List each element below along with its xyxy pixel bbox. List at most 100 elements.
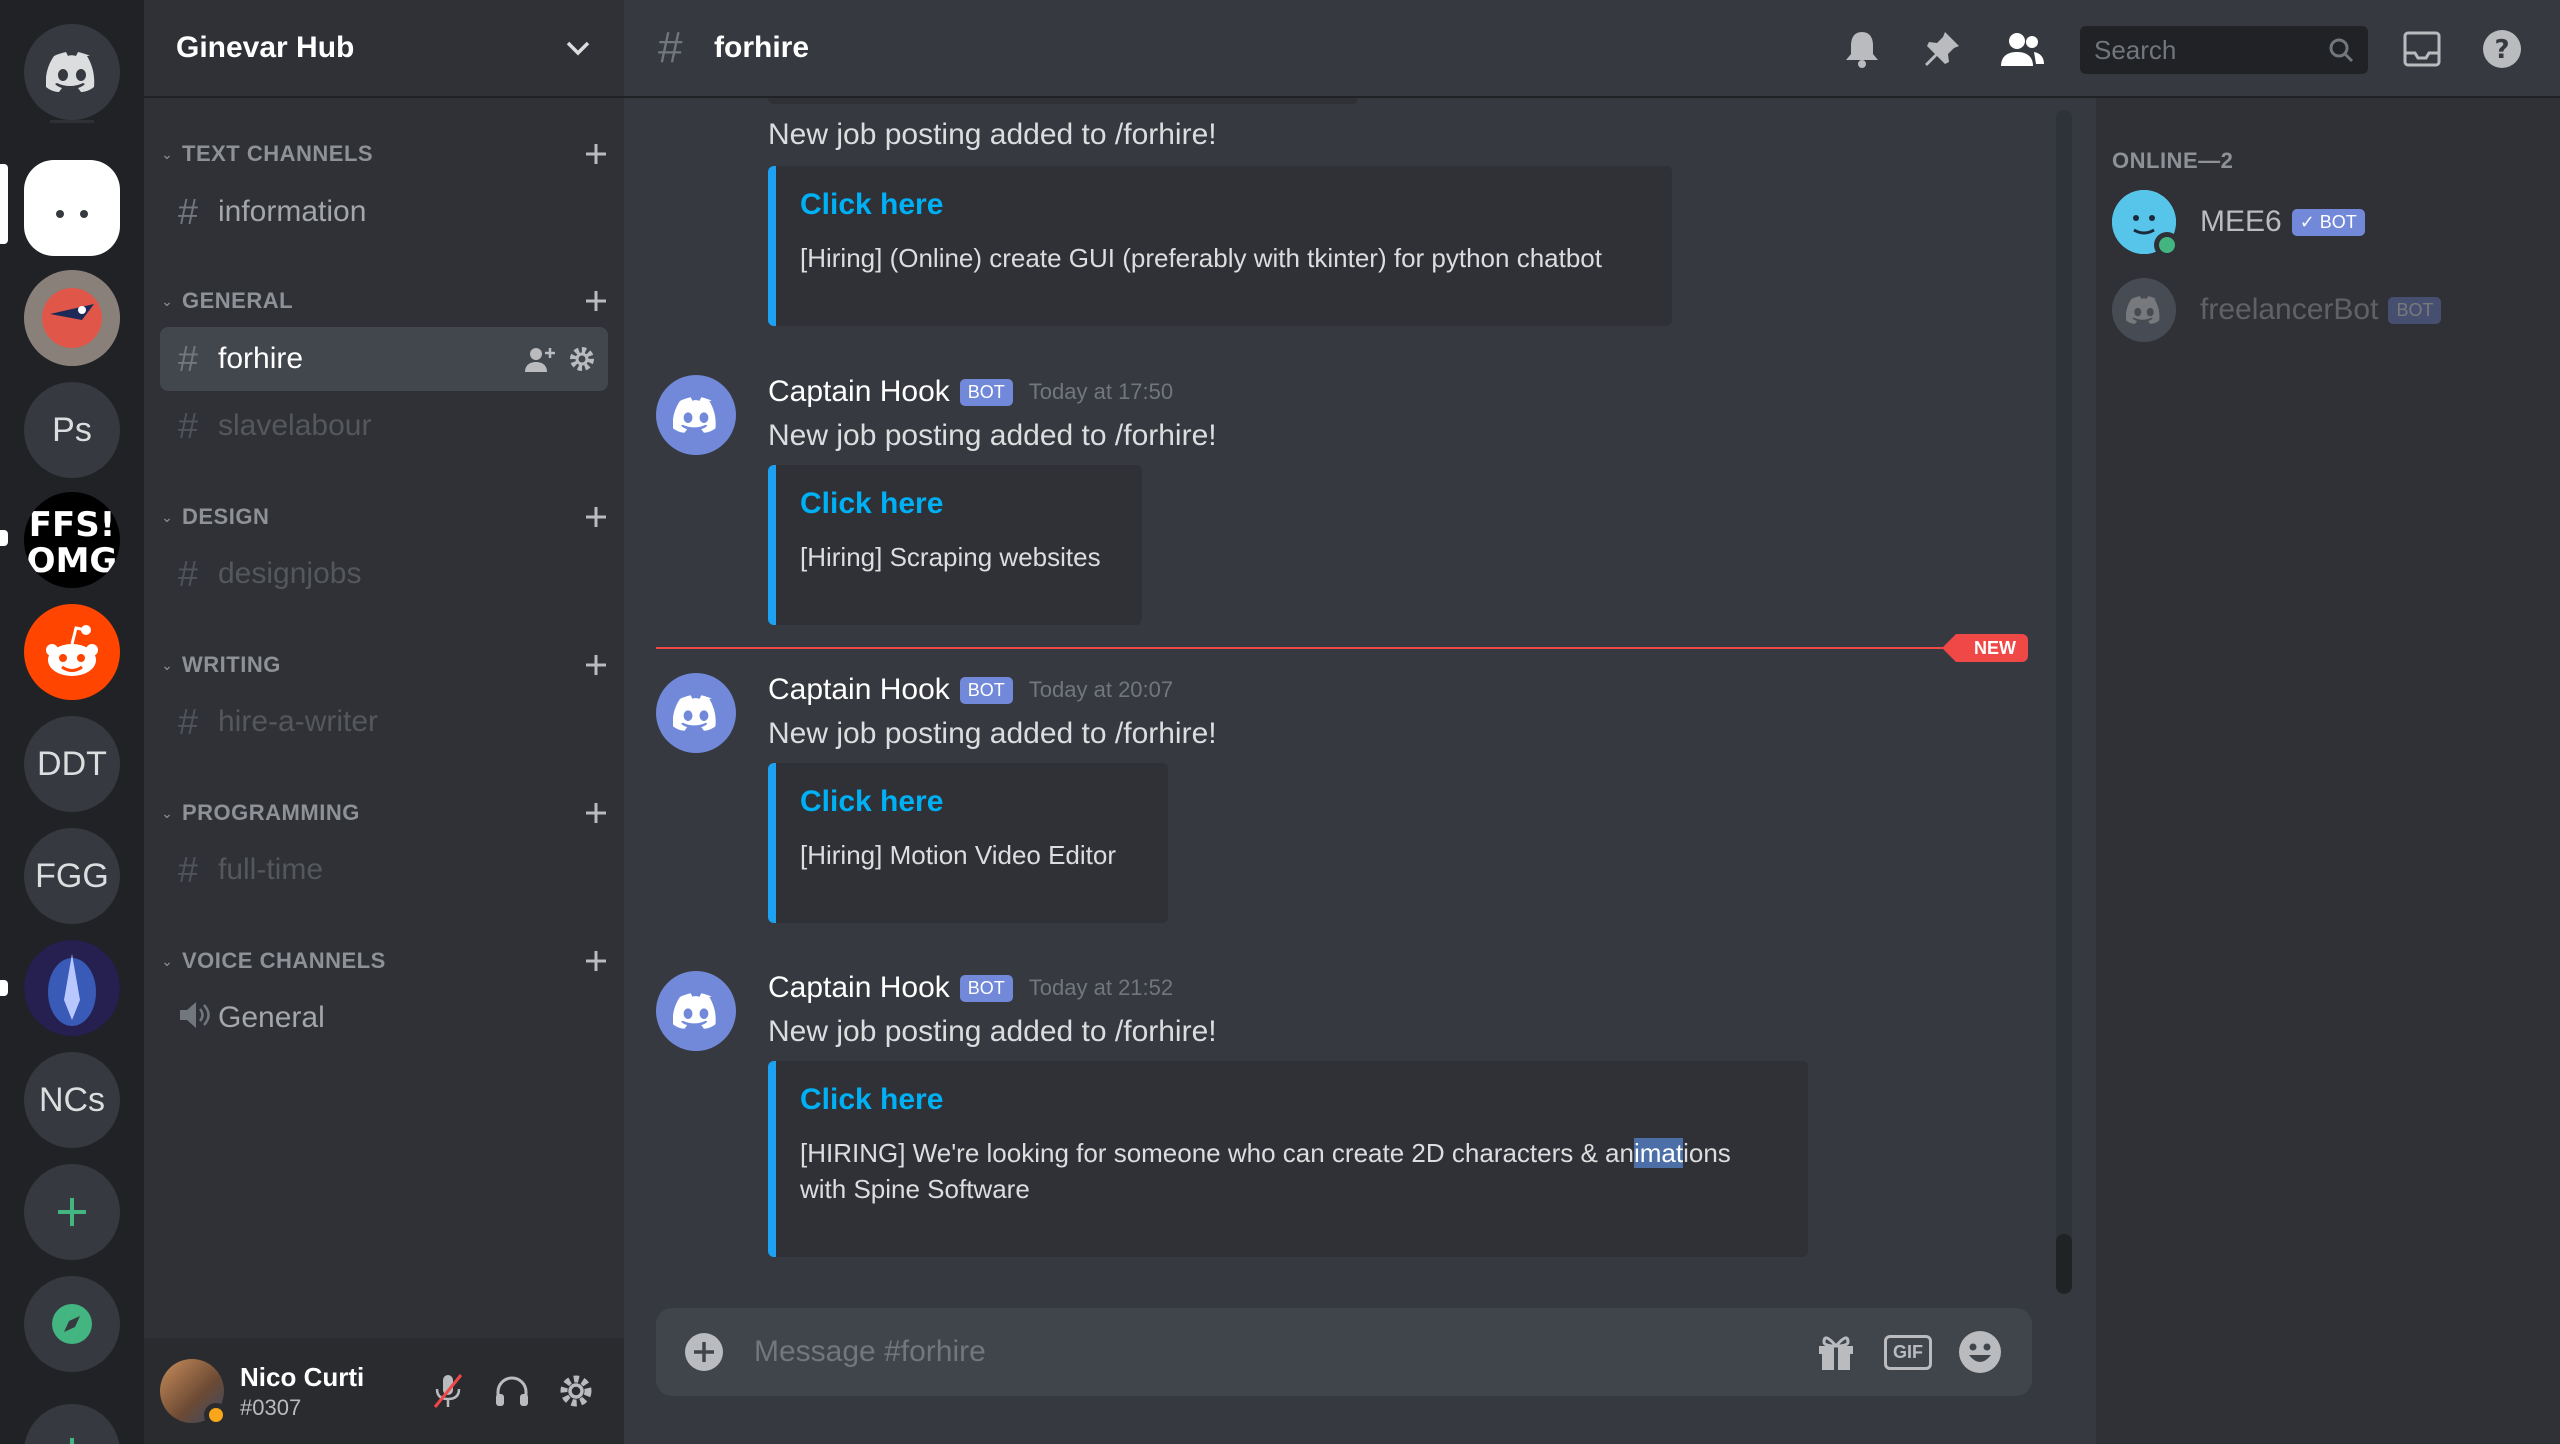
create-invite-button[interactable] bbox=[524, 343, 556, 375]
help-button[interactable]: ? bbox=[2478, 25, 2526, 73]
channel-full-time[interactable]: # full-time bbox=[160, 838, 608, 902]
channel-hire-a-writer[interactable]: # hire-a-writer bbox=[160, 690, 608, 754]
channel-slavelabour[interactable]: # slavelabour bbox=[160, 394, 608, 458]
category-design[interactable]: ⌄ DESIGN bbox=[152, 497, 616, 537]
add-user-icon bbox=[525, 348, 555, 372]
discord-logo-icon bbox=[2126, 296, 2160, 324]
chevron-down-icon: ⌄ bbox=[161, 292, 173, 309]
create-channel-button[interactable] bbox=[576, 941, 616, 981]
embed: Click here [Hiring] (Online) create GUI … bbox=[768, 166, 1672, 326]
category-voice-channels[interactable]: ⌄ VOICE CHANNELS bbox=[152, 941, 616, 981]
voice-channel-general[interactable]: General bbox=[160, 986, 608, 1050]
gif-button[interactable]: GIF bbox=[1872, 1316, 1944, 1388]
embed-description: [HIRING] We're looking for someone who c… bbox=[800, 1138, 1731, 1204]
svg-text:?: ? bbox=[2494, 35, 2509, 65]
download-apps-button[interactable] bbox=[24, 1404, 120, 1444]
discord-logo-icon bbox=[673, 695, 716, 731]
hash-icon: # bbox=[178, 849, 199, 890]
avatar bbox=[2112, 278, 2176, 342]
user-info[interactable]: Nico Curti #0307 bbox=[240, 1362, 416, 1421]
guild-header[interactable]: Ginevar Hub bbox=[144, 0, 624, 98]
deafen-button[interactable] bbox=[480, 1359, 544, 1423]
create-channel-button[interactable] bbox=[576, 281, 616, 321]
member-list: ONLINE—2 MEE6 ✓ BOT freelancerBot BOT bbox=[2096, 98, 2560, 1444]
avatar[interactable] bbox=[160, 1359, 228, 1427]
explore-servers-button[interactable] bbox=[24, 1276, 120, 1372]
category-writing[interactable]: ⌄ WRITING bbox=[152, 645, 616, 685]
idle-status-icon bbox=[204, 1403, 228, 1427]
svg-text:FFS!: FFS! bbox=[29, 505, 115, 545]
svg-text:OMG: OMG bbox=[27, 541, 118, 581]
member-name: MEE6 bbox=[2200, 205, 2282, 238]
gif-label: GIF bbox=[1884, 1334, 1932, 1370]
rail-separator bbox=[50, 120, 94, 123]
gift-button[interactable] bbox=[1800, 1316, 1872, 1388]
upload-button[interactable] bbox=[684, 1332, 724, 1372]
server-ffs-omg[interactable]: FFS! OMG bbox=[24, 492, 120, 588]
category-programming[interactable]: ⌄ PROGRAMMING bbox=[152, 793, 616, 833]
home-button[interactable] bbox=[24, 24, 120, 120]
member-item[interactable]: freelancerBot BOT bbox=[2112, 274, 2542, 346]
server-ps[interactable]: Ps bbox=[24, 382, 120, 478]
server-cat-icon[interactable] bbox=[24, 160, 120, 256]
emoji-button[interactable] bbox=[1944, 1316, 2016, 1388]
embed-link[interactable]: Click here bbox=[800, 1083, 1782, 1117]
channel-designjobs[interactable]: # designjobs bbox=[160, 542, 608, 606]
mute-button[interactable] bbox=[416, 1359, 480, 1423]
embed-description: [Hiring] (Online) create GUI (preferably… bbox=[800, 243, 1602, 273]
embed-link[interactable]: Click here bbox=[800, 785, 1142, 819]
bot-avatar[interactable] bbox=[656, 971, 736, 1051]
chat-area: # forhire Search ? New job posting added… bbox=[624, 0, 2560, 1444]
download-icon bbox=[70, 1438, 74, 1444]
notification-settings-button[interactable] bbox=[1838, 25, 1886, 73]
category-general[interactable]: ⌄ GENERAL bbox=[152, 281, 616, 321]
create-channel-button[interactable] bbox=[576, 134, 616, 174]
search-bar[interactable]: Search bbox=[2080, 26, 2368, 74]
server-reddit[interactable] bbox=[24, 604, 120, 700]
plus-icon bbox=[586, 144, 606, 164]
plus-icon bbox=[586, 951, 606, 971]
create-channel-button[interactable] bbox=[576, 497, 616, 537]
message: New job posting added to /forhire! Click… bbox=[656, 118, 2036, 328]
new-messages-divider bbox=[656, 647, 2026, 649]
message-header: Captain Hook BOT Today at 17:50 bbox=[768, 375, 1173, 409]
channel-title: forhire bbox=[714, 31, 810, 64]
message: Captain Hook BOT Today at 21:52 New job … bbox=[656, 971, 2036, 1261]
emoji-smile-icon bbox=[1959, 1331, 2001, 1373]
member-item[interactable]: MEE6 ✓ BOT bbox=[2112, 186, 2542, 258]
author-name[interactable]: Captain Hook bbox=[768, 375, 950, 409]
author-name[interactable]: Captain Hook bbox=[768, 971, 950, 1005]
user-settings-button[interactable] bbox=[544, 1359, 608, 1423]
scrollbar-thumb[interactable] bbox=[2056, 1234, 2072, 1294]
channel-information[interactable]: # information bbox=[160, 180, 608, 244]
search-placeholder: Search bbox=[2094, 34, 2177, 65]
create-channel-button[interactable] bbox=[576, 645, 616, 685]
muted-mic-icon bbox=[433, 1374, 463, 1408]
server-ddt[interactable]: DDT bbox=[24, 716, 120, 812]
embed-link[interactable]: Click here bbox=[800, 188, 1646, 222]
server-fgg[interactable]: FGG bbox=[24, 828, 120, 924]
locked-hash-icon: # bbox=[178, 701, 199, 742]
server-bird-icon[interactable] bbox=[24, 270, 120, 366]
server-ncs[interactable]: NCs bbox=[24, 1052, 120, 1148]
server-space[interactable] bbox=[24, 940, 120, 1036]
message-input[interactable] bbox=[754, 1335, 1800, 1369]
bot-avatar[interactable] bbox=[656, 375, 736, 455]
member-list-toggle[interactable] bbox=[1998, 25, 2046, 73]
inbox-button[interactable] bbox=[2398, 25, 2446, 73]
user-tag: #0307 bbox=[240, 1394, 302, 1420]
category-text-channels[interactable]: ⌄ TEXT CHANNELS bbox=[152, 134, 616, 174]
new-badge: NEW bbox=[1942, 634, 2028, 662]
scrollbar-track[interactable] bbox=[2056, 110, 2072, 1294]
author-name[interactable]: Captain Hook bbox=[768, 673, 950, 707]
discord-logo-icon bbox=[673, 397, 716, 433]
verified-bot-badge: ✓ BOT bbox=[2291, 208, 2365, 236]
embed-link[interactable]: Click here bbox=[800, 487, 1116, 521]
bot-avatar[interactable] bbox=[656, 673, 736, 753]
chevron-down-icon bbox=[566, 41, 590, 56]
channel-forhire[interactable]: # forhire bbox=[160, 327, 608, 391]
add-server-button[interactable] bbox=[24, 1164, 120, 1260]
pinned-messages-button[interactable] bbox=[1918, 25, 1966, 73]
create-channel-button[interactable] bbox=[576, 793, 616, 833]
channel-settings-button[interactable] bbox=[566, 343, 598, 375]
